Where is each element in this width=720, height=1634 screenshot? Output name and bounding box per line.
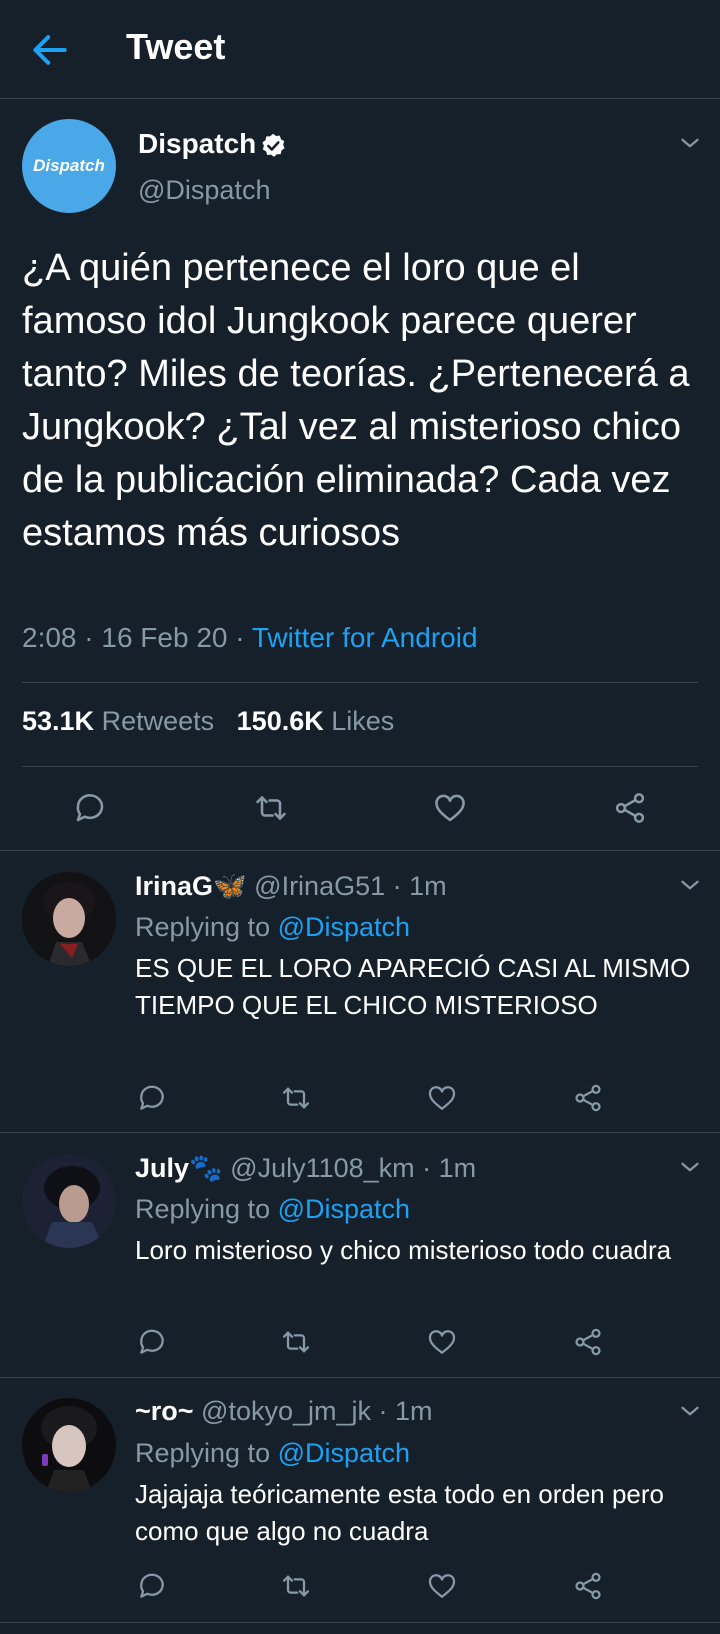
comment-icon[interactable] xyxy=(72,790,108,826)
replying-to: Replying to @Dispatch xyxy=(135,1438,411,1468)
share-icon[interactable] xyxy=(572,1082,604,1114)
name-emoji: 🦋 xyxy=(213,871,247,901)
avatar[interactable] xyxy=(22,872,116,966)
avatar-photo xyxy=(22,1154,116,1248)
replying-to-link[interactable]: @Dispatch xyxy=(278,912,410,942)
reply-author-name[interactable]: July xyxy=(135,1153,189,1183)
chevron-down-icon[interactable] xyxy=(677,130,703,156)
comment-icon[interactable] xyxy=(136,1570,168,1602)
divider xyxy=(0,850,720,851)
verified-badge-icon xyxy=(262,133,285,157)
avatar-photo xyxy=(22,1398,116,1492)
like-count-link[interactable]: 150.6K Likes xyxy=(237,706,395,736)
heart-icon[interactable] xyxy=(426,1082,458,1114)
reply-text: Loro misterioso y chico misterioso todo … xyxy=(135,1235,672,1265)
avatar[interactable]: Dispatch xyxy=(22,119,116,213)
avatar-logo-text: Dispatch xyxy=(33,156,105,175)
reply-text: ES QUE EL LORO APARECIÓ CASI AL MISMO TI… xyxy=(135,953,691,1020)
heart-icon[interactable] xyxy=(426,1570,458,1602)
retweet-count-link[interactable]: 53.1K Retweets xyxy=(22,706,214,736)
reply-handle-time: @IrinaG51 · 1m xyxy=(246,871,447,901)
name-emoji: 🐾 xyxy=(189,1153,223,1183)
retweet-icon[interactable] xyxy=(280,1570,312,1602)
author-name[interactable]: Dispatch xyxy=(138,128,256,160)
top-bar: Tweet xyxy=(0,0,720,99)
share-icon[interactable] xyxy=(612,790,648,826)
divider xyxy=(0,1377,720,1378)
replying-to-link[interactable]: @Dispatch xyxy=(278,1438,410,1468)
author-handle[interactable]: @Dispatch xyxy=(138,175,270,206)
reply-author-name[interactable]: ~ro~ xyxy=(135,1396,194,1426)
share-icon[interactable] xyxy=(572,1326,604,1358)
comment-icon[interactable] xyxy=(136,1326,168,1358)
reply-header: ~ro~ @tokyo_jm_jk · 1m xyxy=(135,1396,433,1427)
replying-to: Replying to @Dispatch xyxy=(135,1194,411,1224)
heart-icon[interactable] xyxy=(426,1326,458,1358)
reply-handle-time: @July1108_km · 1m xyxy=(222,1153,477,1183)
reply-text: Jajajaja teóricamente esta todo en orden… xyxy=(135,1479,665,1546)
tweet-time: 2:08 · 16 Feb 20 · xyxy=(22,622,252,653)
page-title: Tweet xyxy=(126,26,226,67)
reply-handle-time: @tokyo_jm_jk · 1m xyxy=(193,1396,433,1426)
divider xyxy=(0,1622,720,1623)
tweet-stats: 53.1K Retweets 150.6K Likes xyxy=(22,706,394,737)
retweet-icon[interactable] xyxy=(280,1326,312,1358)
divider xyxy=(0,1132,720,1133)
avatar[interactable] xyxy=(22,1154,116,1248)
divider xyxy=(22,682,698,683)
reply-header: IrinaG🦋 @IrinaG51 · 1m xyxy=(135,870,447,902)
replying-to: Replying to @Dispatch xyxy=(135,912,411,942)
reply-header: July🐾 @July1108_km · 1m xyxy=(135,1152,476,1184)
comment-icon[interactable] xyxy=(136,1082,168,1114)
divider xyxy=(22,766,698,767)
tweet-timestamp: 2:08 · 16 Feb 20 · Twitter for Android xyxy=(22,622,478,654)
tweet-text: ¿A quién pertenece el loro que el famoso… xyxy=(22,247,690,554)
avatar-photo xyxy=(22,872,116,966)
tweet-source-link[interactable]: Twitter for Android xyxy=(252,622,478,653)
avatar[interactable] xyxy=(22,1398,116,1492)
chevron-down-icon[interactable] xyxy=(677,1398,703,1424)
arrow-left-icon[interactable] xyxy=(28,28,72,72)
retweet-icon[interactable] xyxy=(280,1082,312,1114)
chevron-down-icon[interactable] xyxy=(677,872,703,898)
retweet-icon[interactable] xyxy=(253,790,289,826)
share-icon[interactable] xyxy=(572,1570,604,1602)
heart-icon[interactable] xyxy=(432,790,468,826)
chevron-down-icon[interactable] xyxy=(677,1154,703,1180)
replying-to-link[interactable]: @Dispatch xyxy=(278,1194,410,1224)
reply-author-name[interactable]: IrinaG xyxy=(135,871,213,901)
